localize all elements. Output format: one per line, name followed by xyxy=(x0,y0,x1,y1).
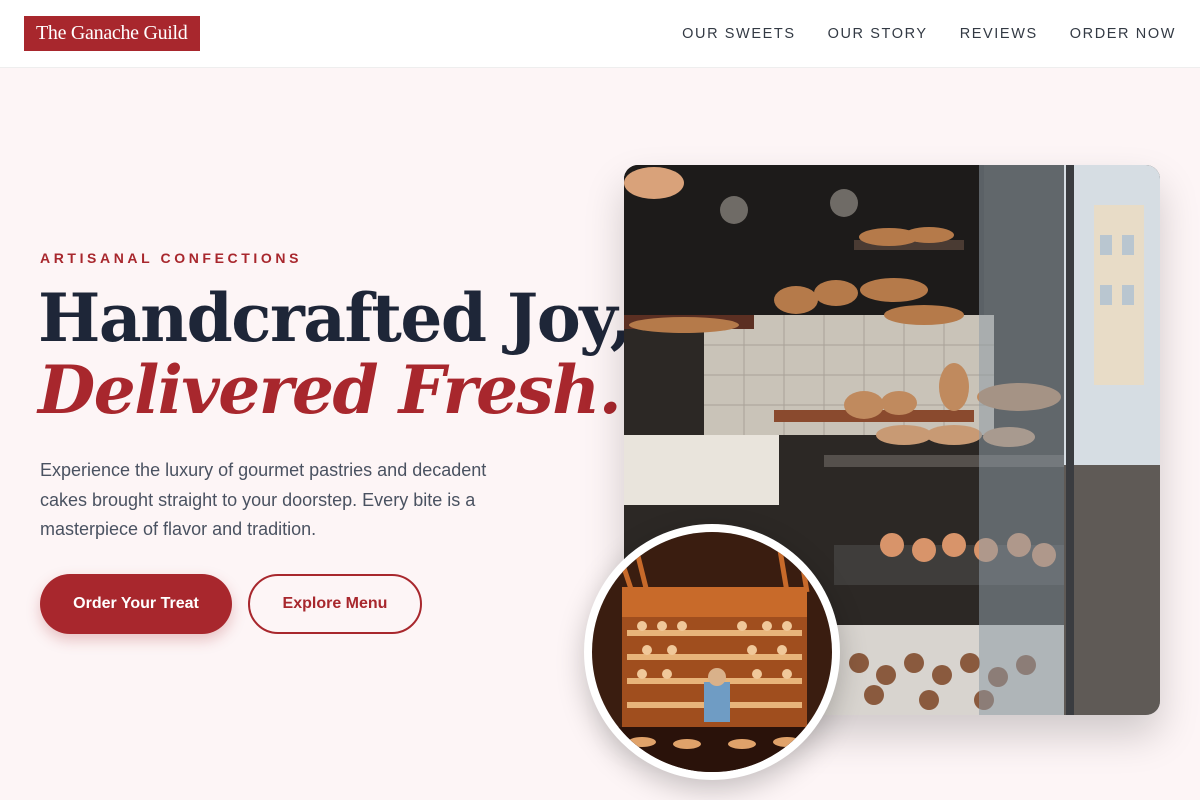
nav-link-reviews[interactable]: REVIEWS xyxy=(960,26,1038,42)
main-nav: OUR SWEETS OUR STORY REVIEWS ORDER NOW xyxy=(682,0,1176,68)
hero-description: Experience the luxury of gourmet pastrie… xyxy=(40,460,487,539)
nav-link-our-story[interactable]: OUR STORY xyxy=(828,26,928,42)
bakery-counter-photo-badge xyxy=(584,524,840,780)
explore-menu-button[interactable]: Explore Menu xyxy=(248,574,422,634)
order-your-treat-button[interactable]: Order Your Treat xyxy=(40,574,232,634)
bakery-counter-shelves-photo xyxy=(592,532,832,772)
hero-eyebrow: ARTISANAL CONFECTIONS xyxy=(40,250,303,266)
top-navbar: The Ganache Guild OUR SWEETS OUR STORY R… xyxy=(0,0,1200,68)
nav-link-our-sweets[interactable]: OUR SWEETS xyxy=(682,26,795,42)
nav-link-order-now[interactable]: ORDER NOW xyxy=(1070,26,1176,42)
hero-headline-line1: Handcrafted Joy, xyxy=(38,279,633,357)
brand-logo[interactable]: The Ganache Guild xyxy=(24,16,200,51)
hero-headline-line2: Delivered Fresh. xyxy=(38,351,622,429)
hero-headline: Handcrafted Joy, Delivered Fresh. xyxy=(38,279,633,429)
